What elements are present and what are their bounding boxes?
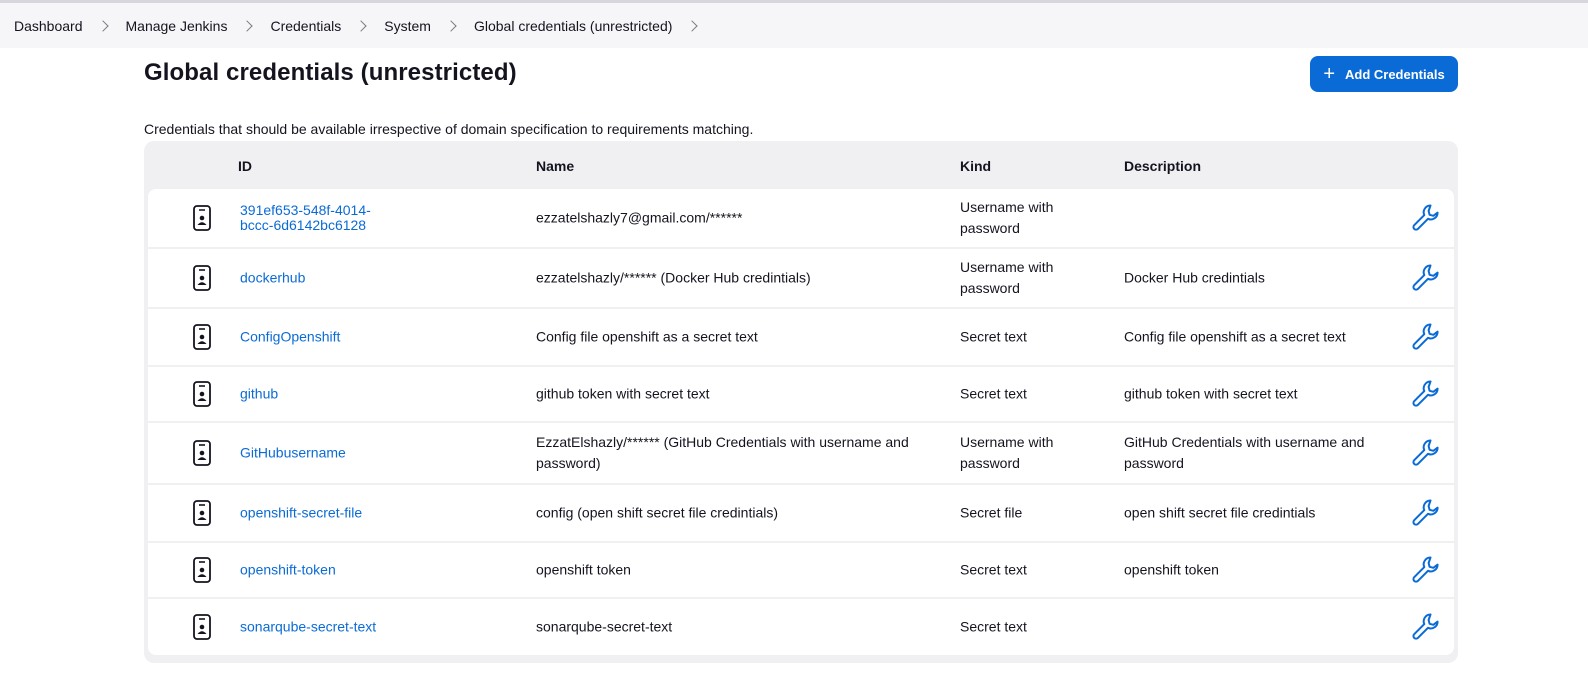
header-description[interactable]: Description — [1124, 158, 1201, 174]
table-row: dockerhub ezzatelshazly/****** (Docker Hu… — [148, 249, 1454, 309]
table-row: openshift-token openshift token Secret tex… — [148, 543, 1454, 599]
breadcrumb-system[interactable]: System — [384, 18, 431, 34]
wrench-icon[interactable] — [1410, 554, 1442, 586]
wrench-icon[interactable] — [1410, 611, 1442, 643]
chevron-right-icon[interactable] — [241, 19, 254, 32]
credential-kind: Secret text — [960, 385, 1027, 402]
credential-kind: Secret text — [960, 618, 1027, 635]
table-row: openshift-secret-file config (open shift … — [148, 485, 1454, 543]
table-row: ConfigOpenshift Config file openshift as … — [148, 309, 1454, 367]
credential-description: openshift token — [1124, 561, 1219, 578]
wrench-icon[interactable] — [1410, 321, 1442, 353]
header-kind[interactable]: Kind — [960, 158, 991, 174]
table-row: 391ef653-548f-4014- bccc-6d6142bc6128 ezz… — [148, 189, 1454, 249]
credential-kind: Secret text — [960, 328, 1027, 345]
credential-name: ezzatelshazly/****** (Docker Hub credint… — [536, 269, 811, 286]
wrench-icon[interactable] — [1410, 378, 1442, 410]
credential-name: Config file openshift as a secret text — [536, 328, 758, 345]
credential-description: github token with secret text — [1124, 385, 1298, 402]
credential-card-icon — [192, 381, 212, 407]
credential-card-icon — [192, 205, 212, 231]
plus-icon: + — [1323, 63, 1335, 85]
credential-id-link[interactable]: ConfigOpenshift — [240, 329, 340, 345]
wrench-icon[interactable] — [1410, 202, 1442, 234]
credential-name: config (open shift secret file credintia… — [536, 504, 778, 521]
wrench-icon[interactable] — [1410, 437, 1442, 469]
credential-id-link[interactable]: openshift-secret-file — [240, 505, 362, 521]
credential-card-icon — [192, 557, 212, 583]
header-id[interactable]: ID — [238, 158, 252, 174]
credential-id-link[interactable]: GitHubusername — [240, 445, 346, 461]
credential-name: sonarqube-secret-text — [536, 618, 673, 635]
credential-id-link[interactable]: 391ef653-548f-4014- bccc-6d6142bc6128 — [240, 203, 371, 233]
credential-description: GitHub Credentials with username and pas… — [1124, 434, 1365, 471]
chevron-right-icon[interactable] — [355, 19, 367, 32]
credential-id-link[interactable]: github — [240, 386, 278, 402]
credential-id-link[interactable]: sonarqube-secret-text — [240, 619, 376, 635]
credential-kind: Username with password — [960, 434, 1054, 471]
credential-id-link[interactable]: dockerhub — [240, 270, 305, 286]
table-header: ID Name Kind Description — [144, 141, 1458, 189]
wrench-icon[interactable] — [1410, 497, 1442, 529]
add-credentials-button[interactable]: + Add Credentials — [1310, 56, 1458, 92]
credential-name: openshift token — [536, 561, 631, 578]
header-name[interactable]: Name — [536, 158, 574, 174]
credential-name: github token with secret text — [536, 385, 710, 402]
table-row: sonarqube-secret-text sonarqube-secret-te… — [148, 599, 1454, 655]
add-credentials-label: Add Credentials — [1345, 66, 1445, 82]
breadcrumb-dashboard[interactable]: Dashboard — [14, 18, 83, 34]
breadcrumb-manage-jenkins[interactable]: Manage Jenkins — [126, 18, 228, 34]
table-row: GitHubusername EzzatElshazly/****** (GitH… — [148, 423, 1454, 485]
page-description: Credentials that should be available irr… — [144, 121, 754, 137]
chevron-right-icon[interactable] — [96, 19, 109, 32]
wrench-icon[interactable] — [1410, 262, 1442, 294]
credential-card-icon — [192, 500, 212, 526]
breadcrumb: Dashboard Manage Jenkins Credentials Sys… — [0, 3, 1588, 48]
credential-description: Docker Hub credintials — [1124, 269, 1265, 286]
table-body: 391ef653-548f-4014- bccc-6d6142bc6128 ezz… — [148, 189, 1454, 655]
credential-card-icon — [192, 440, 212, 466]
credential-kind: Username with password — [960, 259, 1054, 296]
credential-card-icon — [192, 265, 212, 291]
breadcrumb-credentials[interactable]: Credentials — [270, 18, 341, 34]
credential-kind: Username with password — [960, 199, 1054, 236]
credential-kind: Secret file — [960, 504, 1023, 521]
breadcrumb-global-credentials[interactable]: Global credentials (unrestricted) — [474, 18, 672, 34]
page-title: Global credentials (unrestricted) — [144, 59, 517, 86]
credential-name: EzzatElshazly/****** (GitHub Credentials… — [536, 434, 909, 471]
credential-card-icon — [192, 324, 212, 350]
credential-description: open shift secret file credintials — [1124, 504, 1316, 521]
chevron-right-icon[interactable] — [686, 19, 699, 32]
credentials-table: ID Name Kind Description 391ef653-548f-4… — [144, 141, 1458, 663]
table-row: github github token with secret text Secre… — [148, 367, 1454, 423]
credential-name: ezzatelshazly7@gmail.com/****** — [536, 209, 743, 226]
credential-id-link[interactable]: openshift-token — [240, 562, 336, 578]
credential-description: Config file openshift as a secret text — [1124, 328, 1346, 345]
chevron-right-icon[interactable] — [445, 19, 457, 32]
credential-kind: Secret text — [960, 561, 1027, 578]
credential-card-icon — [192, 614, 212, 640]
